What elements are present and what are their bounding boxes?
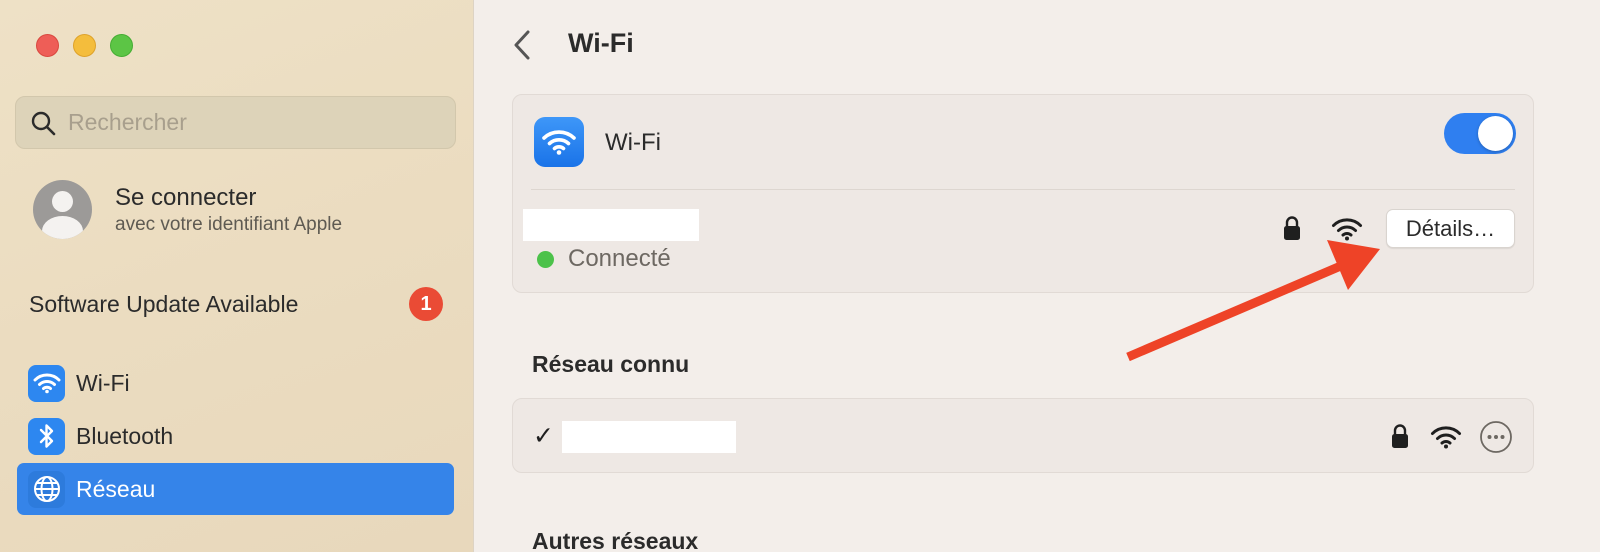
bluetooth-icon <box>28 417 65 455</box>
wifi-icon <box>534 117 584 167</box>
lock-icon <box>1284 216 1300 240</box>
account-subtitle: avec votre identifiant Apple <box>115 213 343 235</box>
sidebar-item-bluetooth[interactable]: Bluetooth <box>17 410 454 462</box>
update-count-badge: 1 <box>409 287 443 321</box>
search-field[interactable] <box>15 96 456 149</box>
account-title: Se connecter <box>115 183 257 211</box>
details-button[interactable]: Détails… <box>1386 209 1515 248</box>
wifi-signal-icon <box>1332 218 1362 241</box>
redacted-network-name <box>562 421 736 453</box>
back-chevron-icon[interactable] <box>511 28 533 62</box>
software-update-item[interactable]: Software Update Available 1 <box>29 287 443 321</box>
sidebar-item-label: Réseau <box>76 475 156 502</box>
more-options-icon[interactable] <box>1479 420 1513 454</box>
close-window-button[interactable] <box>36 34 59 57</box>
connected-status-dot <box>537 251 554 268</box>
wifi-icon <box>28 364 65 402</box>
other-networks-heading: Autres réseaux <box>532 528 699 552</box>
wifi-label: Wi-Fi <box>605 129 661 156</box>
sidebar-item-wifi[interactable]: Wi-Fi <box>17 357 454 409</box>
wifi-signal-icon <box>1431 426 1461 449</box>
wifi-toggle[interactable] <box>1444 113 1516 154</box>
connection-status: Connecté <box>568 245 671 272</box>
software-update-label: Software Update Available <box>29 290 299 317</box>
wifi-card: Wi-Fi Connecté Détails… <box>512 94 1534 293</box>
globe-icon <box>28 470 65 508</box>
checkmark-icon: ✓ <box>533 422 554 450</box>
sidebar-item-network[interactable]: Réseau <box>17 463 454 515</box>
sidebar: Se connecter avec votre identifiant Appl… <box>0 0 474 552</box>
redacted-network-name <box>523 209 699 241</box>
lock-icon <box>1392 424 1408 448</box>
apple-account-signin[interactable]: Se connecter avec votre identifiant Appl… <box>33 180 342 239</box>
window-controls <box>36 34 133 57</box>
toggle-knob <box>1478 116 1513 151</box>
divider <box>531 189 1515 190</box>
search-icon <box>31 111 56 135</box>
known-network-row[interactable]: ✓ <box>512 398 1534 473</box>
avatar <box>33 180 92 239</box>
known-network-heading: Réseau connu <box>532 351 690 377</box>
sidebar-nav: Wi-Fi Bluetooth Réseau <box>17 357 454 516</box>
page-title: Wi-Fi <box>568 28 634 58</box>
zoom-window-button[interactable] <box>110 34 133 57</box>
minimize-window-button[interactable] <box>73 34 96 57</box>
sidebar-item-label: Wi-Fi <box>76 369 130 396</box>
main-pane: Wi-Fi Wi-Fi Connecté Détails… Réseau con… <box>475 0 1600 552</box>
sidebar-item-label: Bluetooth <box>76 422 174 449</box>
search-input[interactable] <box>68 109 428 136</box>
